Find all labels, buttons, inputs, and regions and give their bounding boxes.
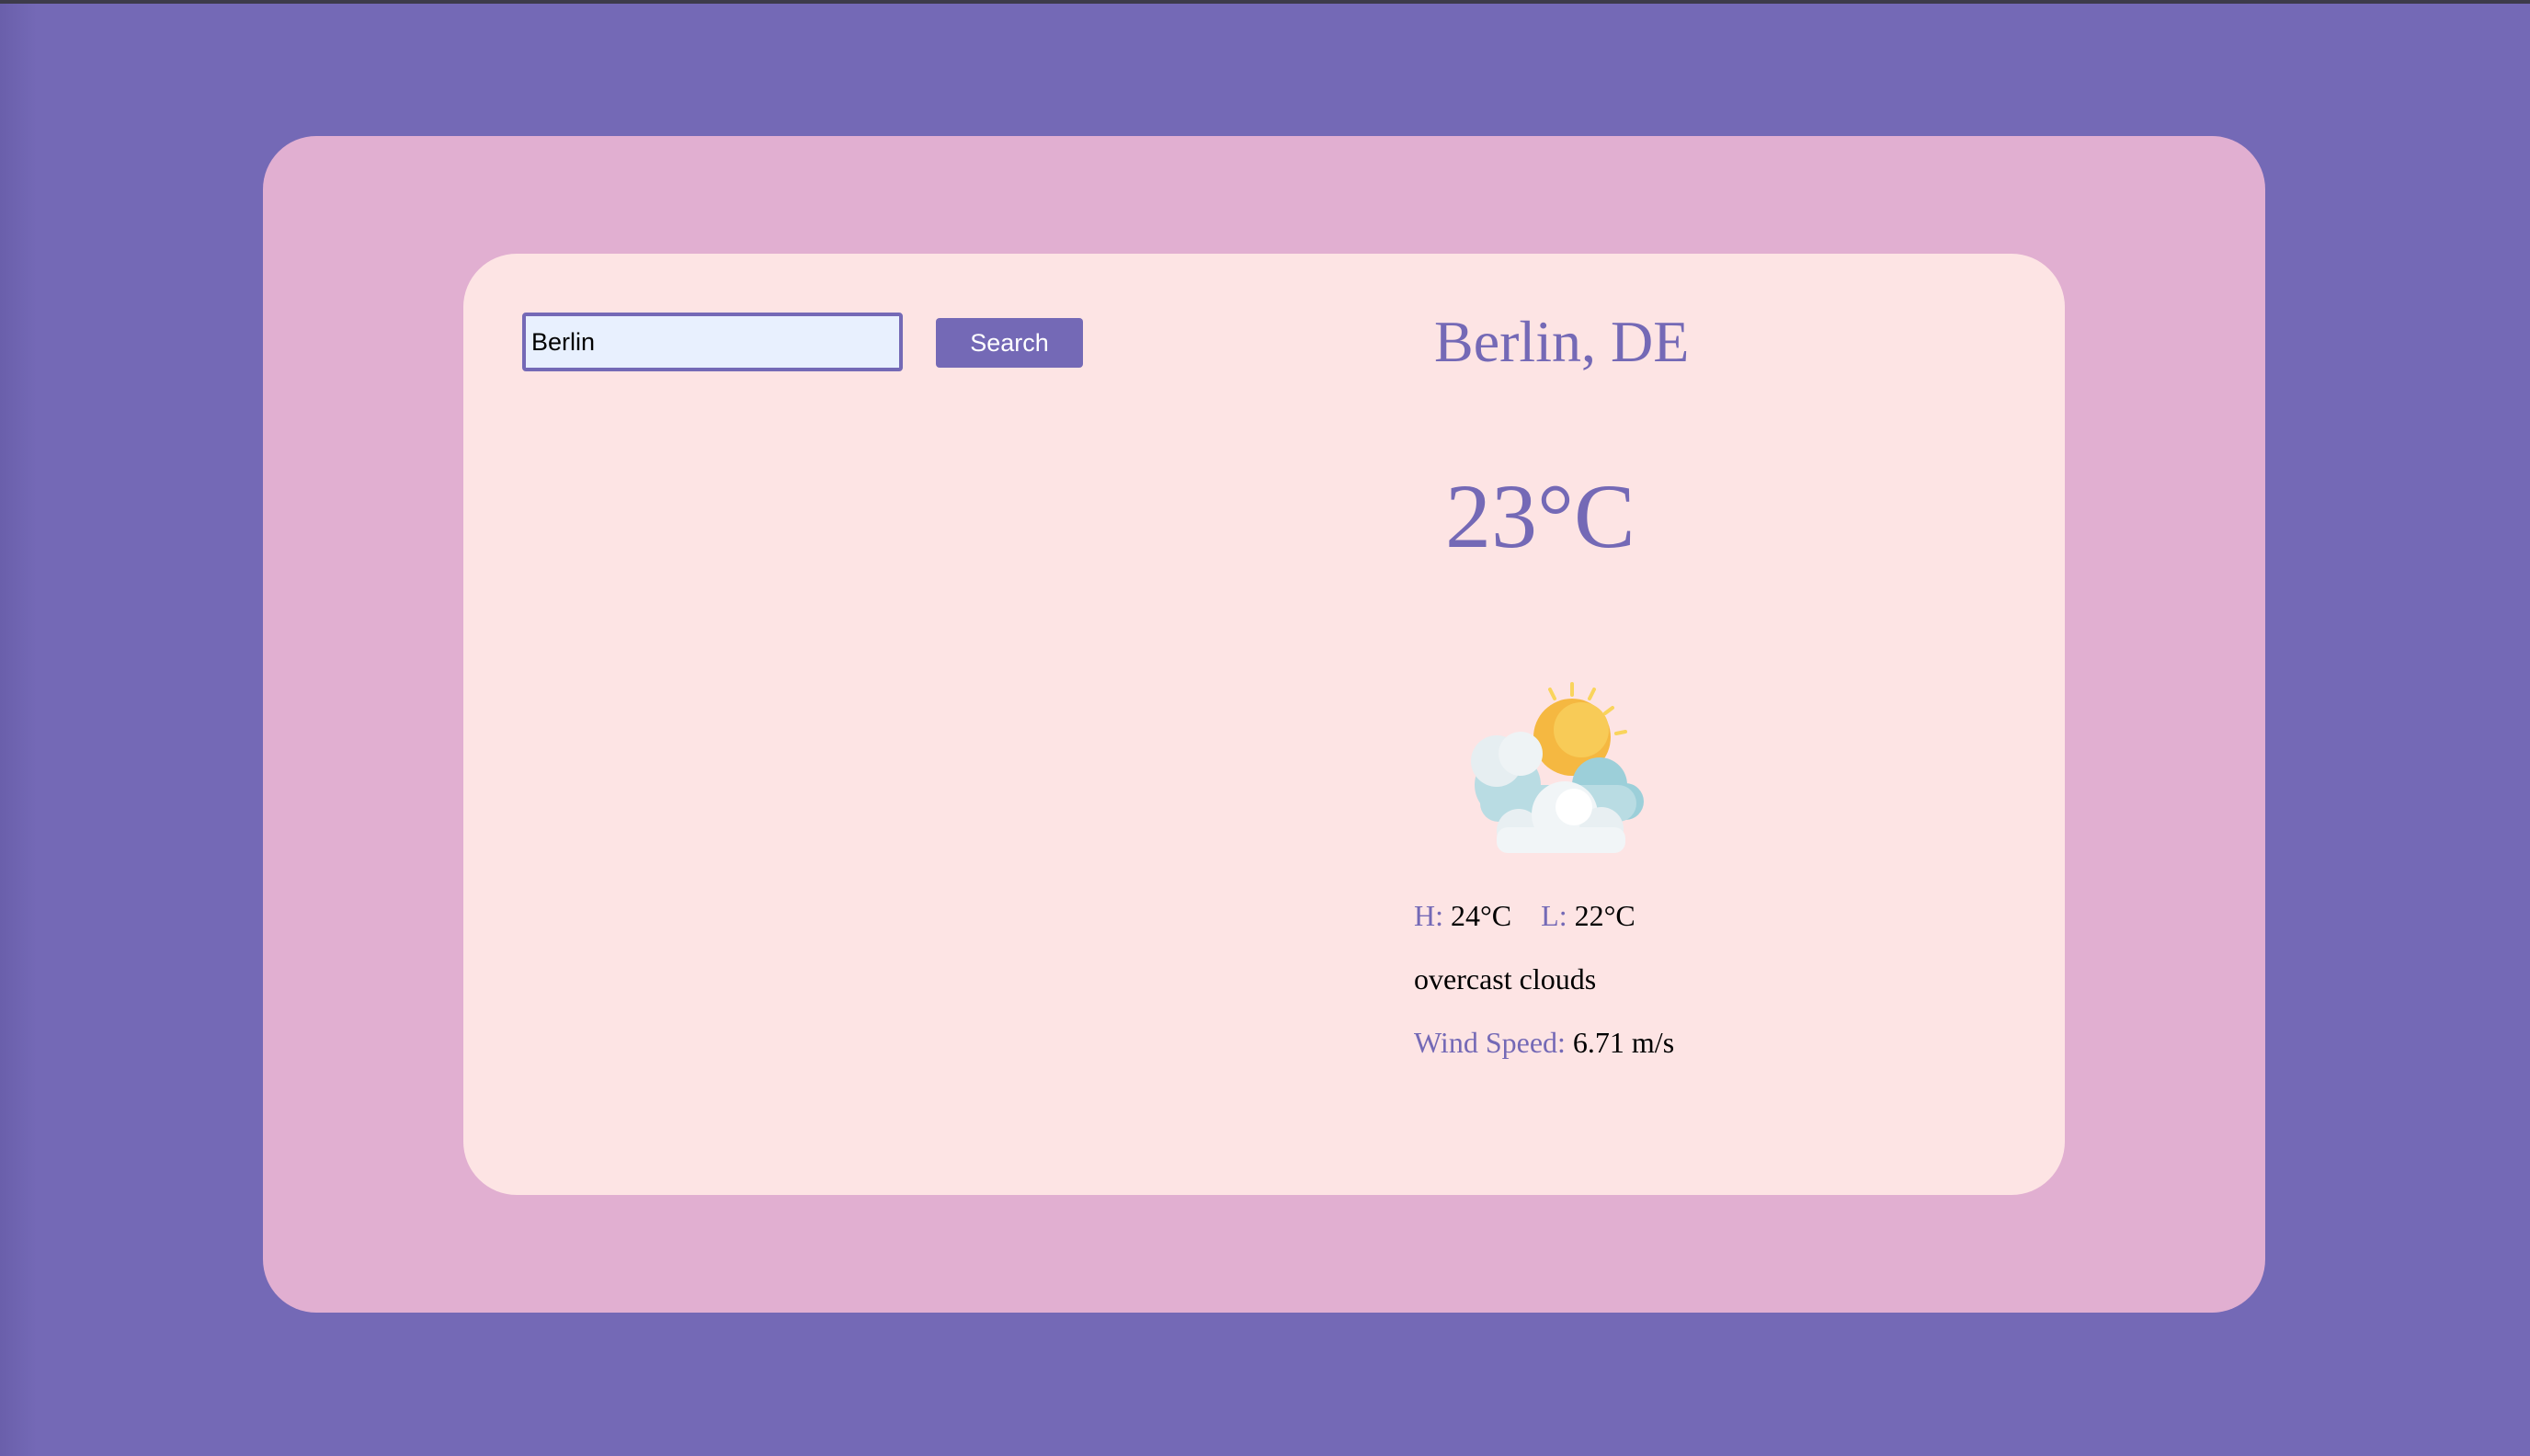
high-label: H: [1414,899,1443,932]
high-value: 24°C [1451,899,1512,932]
location-title: Berlin, DE [1434,309,1690,374]
wind-speed-row: Wind Speed: 6.71 m/s [1414,1028,1674,1057]
low-value: 22°C [1574,899,1635,932]
left-edge-shadow [0,4,37,1456]
weather-card: Search Berlin, DE 23°C [463,254,2065,1195]
search-button[interactable]: Search [936,318,1083,368]
current-temperature: 23°C [1445,465,1635,567]
low-label: L: [1541,899,1567,932]
city-search-input[interactable] [522,313,903,371]
high-low-row: H: 24°C L: 22°C [1414,901,1635,930]
outer-panel: Search Berlin, DE 23°C [263,136,2265,1313]
weather-description: overcast clouds [1414,962,1597,995]
window-top-border [0,0,2530,4]
wind-speed-label: Wind Speed: [1414,1026,1566,1059]
partly-cloudy-sun-icon [1464,677,1657,860]
wind-speed-value: 6.71 m/s [1572,1026,1675,1059]
